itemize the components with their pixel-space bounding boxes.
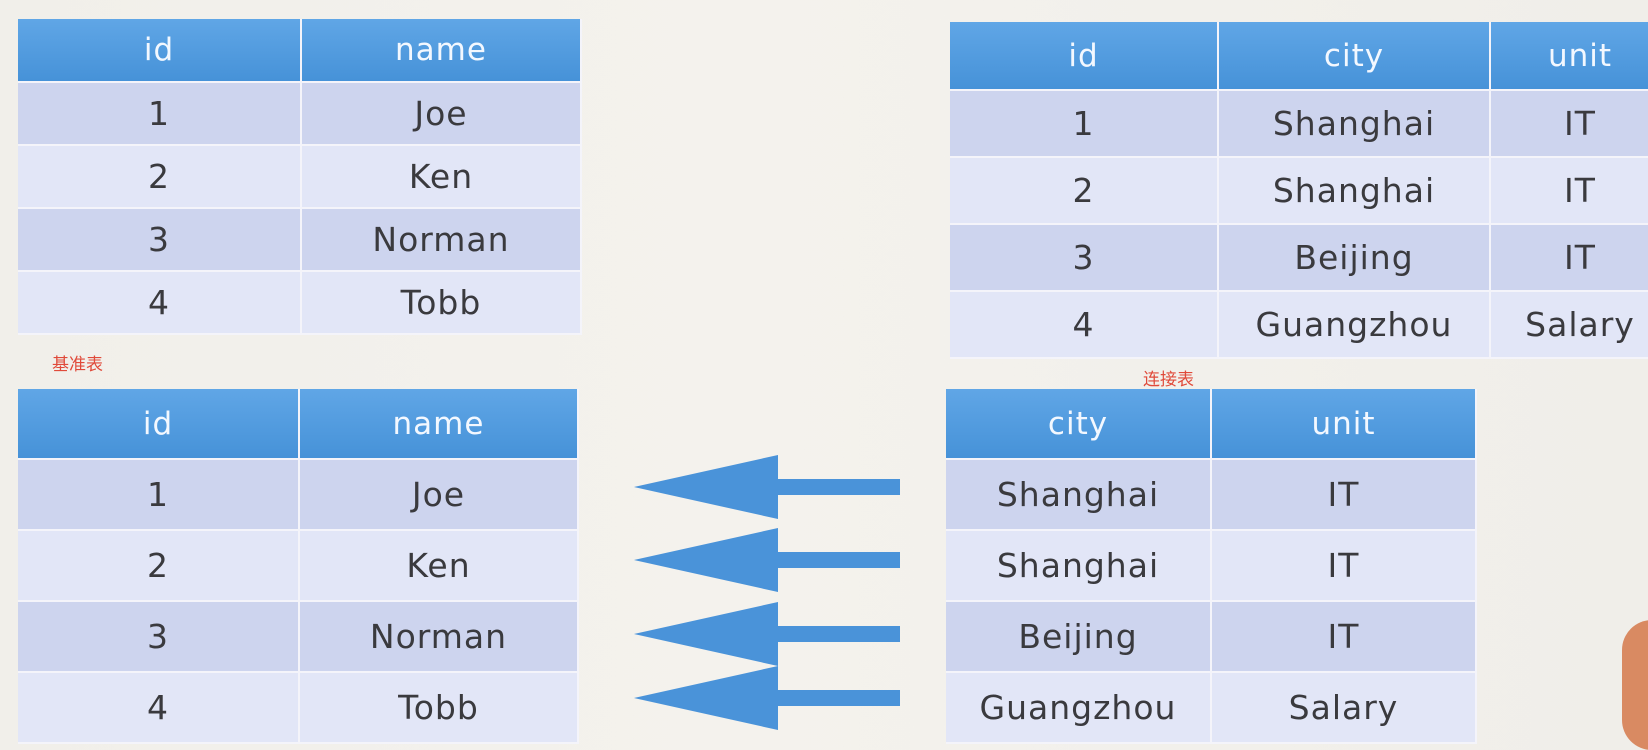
column-header-city: city <box>946 389 1212 460</box>
cell-city: Shanghai <box>1218 157 1491 225</box>
column-header-name: name <box>301 19 582 83</box>
table-row: 4 Guangzhou Salary <box>950 291 1648 359</box>
cell-unit: IT <box>1211 530 1477 602</box>
cell-id: 2 <box>18 530 300 602</box>
table-row: 1 Shanghai IT <box>950 90 1648 158</box>
arrow-left-icon <box>634 455 900 519</box>
join-table-bottom: city unit Shanghai IT Shanghai IT Beijin… <box>946 389 1477 744</box>
cell-id: 4 <box>950 291 1219 359</box>
join-table-top: id city unit 1 Shanghai IT 2 Shanghai IT… <box>950 22 1648 359</box>
table-header-row: id name <box>18 19 582 83</box>
join-table-caption: 连接表 <box>1143 370 1194 390</box>
cell-city: Guangzhou <box>946 672 1212 744</box>
cell-unit: IT <box>1211 459 1477 531</box>
cell-id: 1 <box>18 459 300 531</box>
cell-city: Shanghai <box>1218 90 1491 158</box>
cell-unit: IT <box>1490 157 1648 225</box>
cell-name: Tobb <box>299 672 579 744</box>
cell-id: 2 <box>18 145 302 209</box>
column-header-name: name <box>299 389 579 460</box>
base-table-bottom: id name 1 Joe 2 Ken 3 Norman 4 Tobb <box>18 389 579 744</box>
table-row: 3 Norman <box>18 601 579 673</box>
column-header-city: city <box>1218 22 1491 91</box>
cell-name: Ken <box>299 530 579 602</box>
cell-id: 1 <box>950 90 1219 158</box>
table-row: 2 Ken <box>18 530 579 602</box>
cell-id: 4 <box>18 672 300 744</box>
column-header-unit: unit <box>1211 389 1477 460</box>
cell-city: Beijing <box>946 601 1212 673</box>
arrow-left-icon <box>634 666 900 730</box>
table-header-row: id name <box>18 389 579 460</box>
table-row: Shanghai IT <box>946 530 1477 602</box>
arrow-left-icon <box>634 528 900 592</box>
cell-name: Norman <box>299 601 579 673</box>
cell-id: 2 <box>950 157 1219 225</box>
presenter-hand-edge <box>1622 620 1648 750</box>
cell-name: Tobb <box>301 271 582 335</box>
table-row: 3 Beijing IT <box>950 224 1648 292</box>
arrow-left-icon <box>634 602 900 666</box>
column-header-id: id <box>18 389 300 460</box>
cell-city: Shanghai <box>946 459 1212 531</box>
cell-id: 3 <box>18 208 302 272</box>
table-header-row: id city unit <box>950 22 1648 91</box>
table-row: 4 Tobb <box>18 672 579 744</box>
base-table-top: id name 1 Joe 2 Ken 3 Norman 4 Tobb <box>18 19 582 335</box>
table-row: Shanghai IT <box>946 459 1477 531</box>
cell-unit: Salary <box>1211 672 1477 744</box>
cell-name: Ken <box>301 145 582 209</box>
base-table-caption: 基准表 <box>52 355 103 375</box>
table-row: Beijing IT <box>946 601 1477 673</box>
cell-unit: IT <box>1211 601 1477 673</box>
table-row: 2 Shanghai IT <box>950 157 1648 225</box>
cell-unit: Salary <box>1490 291 1648 359</box>
table-row: 2 Ken <box>18 145 582 209</box>
cell-id: 3 <box>950 224 1219 292</box>
cell-name: Joe <box>301 82 582 146</box>
table-row: Guangzhou Salary <box>946 672 1477 744</box>
cell-unit: IT <box>1490 224 1648 292</box>
table-header-row: city unit <box>946 389 1477 460</box>
cell-id: 3 <box>18 601 300 673</box>
column-header-unit: unit <box>1490 22 1648 91</box>
cell-city: Guangzhou <box>1218 291 1491 359</box>
cell-id: 1 <box>18 82 302 146</box>
table-row: 1 Joe <box>18 459 579 531</box>
table-row: 4 Tobb <box>18 271 582 335</box>
cell-name: Joe <box>299 459 579 531</box>
table-row: 3 Norman <box>18 208 582 272</box>
cell-name: Norman <box>301 208 582 272</box>
column-header-id: id <box>18 19 302 83</box>
join-arrows <box>634 455 900 730</box>
cell-unit: IT <box>1490 90 1648 158</box>
cell-id: 4 <box>18 271 302 335</box>
cell-city: Beijing <box>1218 224 1491 292</box>
column-header-id: id <box>950 22 1219 91</box>
cell-city: Shanghai <box>946 530 1212 602</box>
table-row: 1 Joe <box>18 82 582 146</box>
